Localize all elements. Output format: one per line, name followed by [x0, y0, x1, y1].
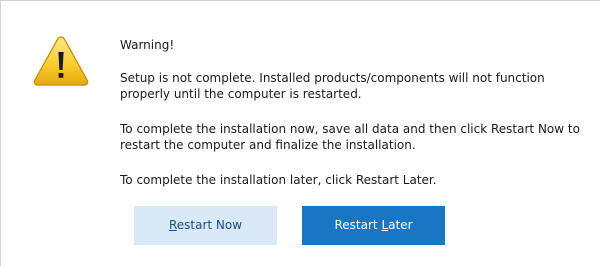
dialog-heading: Warning! [120, 38, 175, 52]
dialog-message-incomplete: Setup is not complete. Installed product… [120, 71, 545, 101]
restart-later-label-prefix: Restart [334, 218, 382, 232]
restart-dialog: Warning! Setup is not complete. Installe… [0, 0, 600, 266]
dialog-content: Warning! Setup is not complete. Installe… [120, 37, 580, 188]
restart-now-label: estart Now [176, 218, 243, 232]
restart-later-label-rest: ater [388, 218, 413, 232]
restart-now-mnemonic: R [168, 218, 177, 232]
warning-icon [33, 36, 89, 86]
dialog-message-restart-now: To complete the installation now, save a… [120, 122, 580, 152]
restart-now-button[interactable]: Restart Now [134, 206, 277, 245]
restart-later-button[interactable]: Restart Later [302, 206, 445, 245]
dialog-message-restart-later: To complete the installation later, clic… [120, 173, 437, 187]
